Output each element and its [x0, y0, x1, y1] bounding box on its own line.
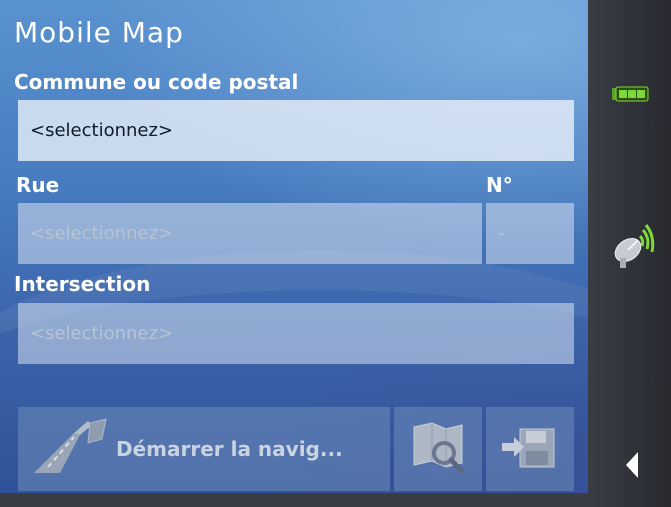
- city-label: Commune ou code postal: [14, 70, 299, 94]
- app-title: Mobile Map: [14, 16, 184, 49]
- back-arrow-icon[interactable]: [624, 450, 640, 484]
- bottom-border: [0, 493, 588, 507]
- street-label: Rue: [16, 173, 60, 197]
- gps-satellite-dish-icon[interactable]: [608, 222, 656, 274]
- street-field[interactable]: <selectionnez>: [18, 203, 482, 264]
- city-field[interactable]: <selectionnez>: [18, 100, 574, 161]
- mobile-map-screen: Mobile Map Commune ou code postal <selec…: [0, 0, 671, 507]
- battery-icon: [610, 84, 650, 108]
- map-search-icon: [408, 419, 468, 479]
- save-button[interactable]: [486, 407, 574, 491]
- intersection-label: Intersection: [14, 272, 151, 296]
- map-search-button[interactable]: [394, 407, 482, 491]
- number-label: N°: [486, 173, 513, 197]
- search-panel: Mobile Map Commune ou code postal <selec…: [0, 0, 588, 507]
- city-value: <selectionnez>: [30, 120, 173, 141]
- intersection-placeholder: <selectionnez>: [30, 323, 173, 344]
- navigation-road-icon: [30, 417, 110, 481]
- intersection-field[interactable]: <selectionnez>: [18, 303, 574, 364]
- status-sidebar: [588, 0, 671, 507]
- number-placeholder: -: [498, 223, 505, 244]
- start-navigation-label: Démarrer la navig...: [116, 437, 343, 461]
- save-to-favorites-icon: [500, 419, 560, 479]
- start-navigation-button[interactable]: Démarrer la navig...: [18, 407, 390, 491]
- house-number-field[interactable]: -: [486, 203, 574, 264]
- street-placeholder: <selectionnez>: [30, 223, 173, 244]
